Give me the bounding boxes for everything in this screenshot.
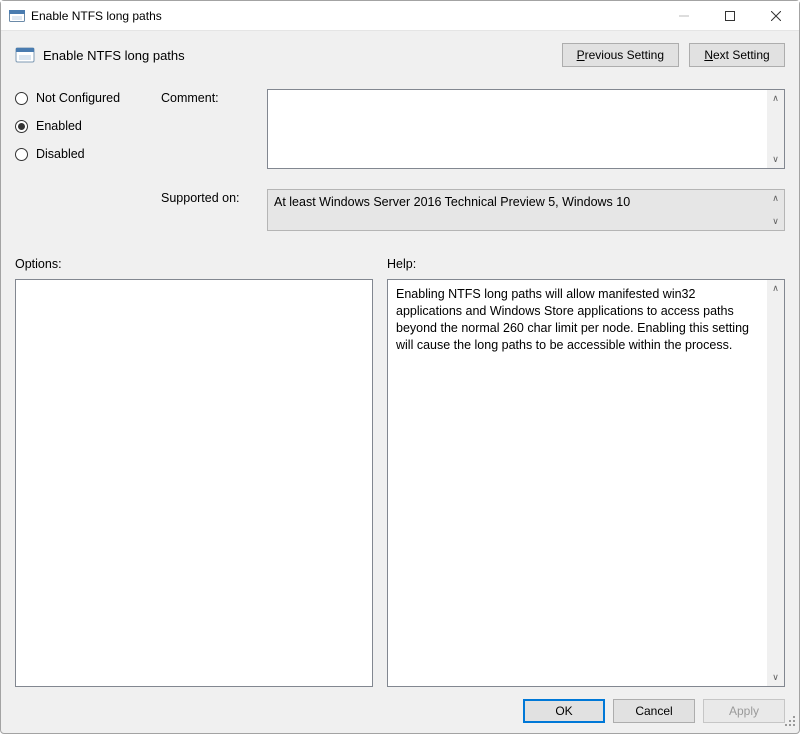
window-controls [661,1,799,30]
scroll-down-icon[interactable]: ∨ [767,213,784,230]
radio-enabled[interactable]: Enabled [15,119,155,133]
state-radio-group: Not Configured Enabled Disabled [15,89,155,231]
group-policy-editor-dialog: Enable NTFS long paths [0,0,800,734]
supported-on-label: Supported on: [161,189,261,231]
settings-grid: Not Configured Enabled Disabled Comment:… [15,89,785,231]
apply-button: Apply [703,699,785,723]
radio-label: Enabled [36,119,82,133]
comment-input[interactable]: ∧ ∨ [267,89,785,169]
help-panel: Enabling NTFS long paths will allow mani… [387,279,785,687]
footer: OK Cancel Apply [15,699,785,723]
maximize-button[interactable] [707,1,753,30]
scroll-down-icon[interactable]: ∨ [767,151,784,168]
scroll-up-icon[interactable]: ∧ [767,190,784,207]
scroll-up-icon[interactable]: ∧ [767,90,784,107]
options-panel [15,279,373,687]
ok-button[interactable]: OK [523,699,605,723]
radio-icon [15,120,28,133]
scrollbar[interactable]: ∧ ∨ [767,90,784,168]
next-setting-button[interactable]: Next Setting [689,43,785,67]
policy-icon [15,45,35,65]
lower-labels: Options: Help: [15,257,785,271]
supported-on-text: At least Windows Server 2016 Technical P… [274,195,630,209]
header-row: Enable NTFS long paths Previous Setting … [15,43,785,67]
scroll-down-icon[interactable]: ∨ [767,669,784,686]
scroll-up-icon[interactable]: ∧ [767,280,784,297]
dialog-body: Enable NTFS long paths Previous Setting … [1,31,799,733]
comment-label: Comment: [161,89,261,169]
supported-on-box: At least Windows Server 2016 Technical P… [267,189,785,231]
minimize-button[interactable] [661,1,707,30]
radio-label: Not Configured [36,91,120,105]
scrollbar[interactable]: ∧ ∨ [767,280,784,686]
close-button[interactable] [753,1,799,30]
radio-icon [15,92,28,105]
policy-title: Enable NTFS long paths [43,48,185,63]
cancel-button[interactable]: Cancel [613,699,695,723]
resize-grip-icon[interactable] [785,716,797,731]
radio-label: Disabled [36,147,85,161]
radio-icon [15,148,28,161]
lower-panes: Enabling NTFS long paths will allow mani… [15,279,785,687]
window-title: Enable NTFS long paths [31,9,661,23]
radio-not-configured[interactable]: Not Configured [15,91,155,105]
radio-disabled[interactable]: Disabled [15,147,155,161]
scrollbar[interactable]: ∧ ∨ [767,190,784,230]
previous-setting-button[interactable]: Previous Setting [562,43,679,67]
options-label: Options: [15,257,387,271]
titlebar: Enable NTFS long paths [1,1,799,31]
help-label: Help: [387,257,416,271]
policy-window-icon [9,8,25,24]
help-text: Enabling NTFS long paths will allow mani… [396,287,749,352]
